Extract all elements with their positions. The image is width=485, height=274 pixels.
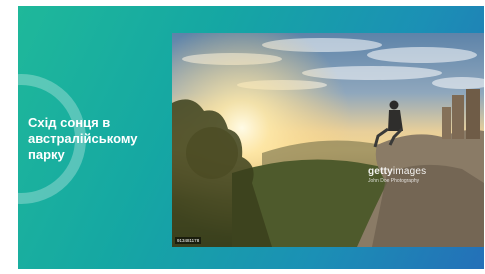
watermark-brand-bold: getty [368,166,393,177]
photo-scene [172,33,484,247]
getty-watermark: gettyimages John Doe Photography [368,167,426,184]
watermark-credit: John Doe Photography [368,179,426,184]
sunrise-photo[interactable]: gettyimages John Doe Photography 9134811… [172,33,484,247]
slide-title: Схід сонця в австралійському парку [28,115,168,163]
slide: Схід сонця в австралійському парку [18,6,484,269]
photo-id-label: 913481178 [175,237,201,244]
watermark-brand: gettyimages [368,167,426,177]
watermark-brand-light: images [393,166,426,177]
